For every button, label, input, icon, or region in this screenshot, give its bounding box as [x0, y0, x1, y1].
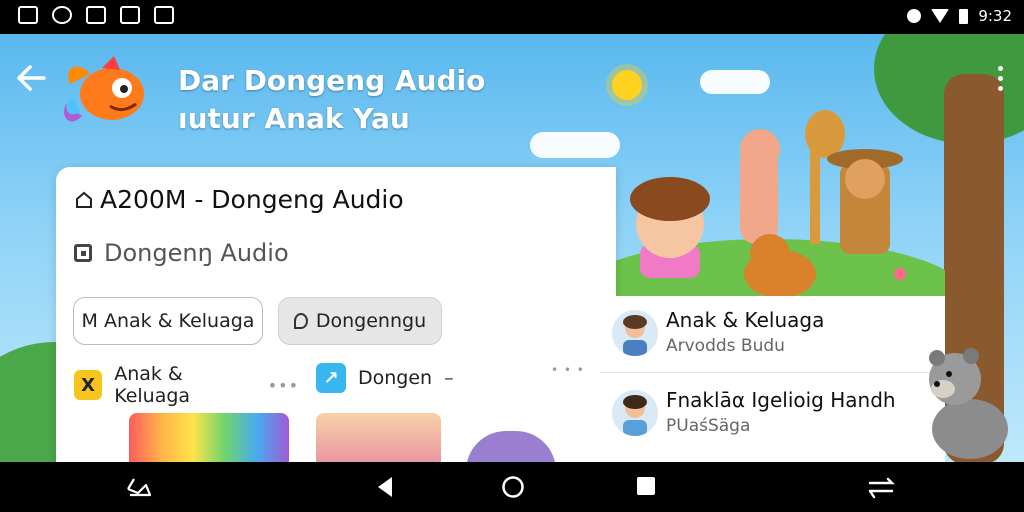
category-card-more[interactable]: • • •: [466, 363, 606, 462]
category-card-dongeng[interactable]: ↗ Dongen –: [316, 363, 456, 462]
list-item-subtitle: Arvodds Budu: [666, 336, 785, 356]
chat-bubble-icon: [293, 313, 308, 329]
keyboard-switch-icon[interactable]: [866, 475, 898, 501]
notification-icons: [18, 6, 174, 24]
back-button[interactable]: [16, 64, 46, 100]
image-icon: [154, 6, 174, 24]
folder-icon: [74, 244, 92, 262]
infinity-icon: [18, 6, 38, 24]
home-icon: [76, 191, 92, 208]
card-subtitle-text: Dongenŋ Audio: [104, 239, 289, 267]
content-card: A200M - Dongeng Audio Dongenŋ Audio M An…: [56, 167, 616, 462]
category-thumbnail: [129, 413, 289, 462]
card-title: A200M - Dongeng Audio: [74, 185, 404, 214]
more-horiz-icon[interactable]: • • •: [551, 363, 585, 377]
list-item[interactable]: Fnaklāα Igelioig Handh PUaśSäga: [600, 376, 945, 452]
system-icons: 9:32: [907, 7, 1012, 25]
category-thumbnail: [466, 431, 556, 462]
title-line-2: ıutur Anak Yau: [178, 102, 410, 135]
more-horiz-icon[interactable]: •••: [268, 376, 299, 395]
app-screen: Dar Dongeng Audio ıutur Anak Yau A200M -…: [0, 34, 1024, 462]
card-title-text: A200M - Dongeng Audio: [100, 185, 404, 214]
card-subtitle: Dongenŋ Audio: [74, 239, 289, 267]
avatar: [612, 310, 658, 356]
avatar: [612, 390, 658, 436]
list-item-subtitle: PUaśSäga: [666, 416, 751, 436]
category-label: Dongen: [358, 367, 433, 389]
navigation-bar: [0, 462, 1024, 512]
clock: 9:32: [978, 7, 1012, 25]
title-line-1: Dar Dongeng Audio: [178, 64, 486, 97]
screen-rotate-icon[interactable]: [124, 475, 152, 501]
dash-separator: –: [444, 367, 454, 389]
settings-icon: [52, 6, 72, 24]
category-card-anak[interactable]: X Anak & Keluaga •••: [74, 363, 299, 462]
home-nav-icon[interactable]: [501, 475, 525, 499]
more-options-button[interactable]: [998, 66, 1004, 96]
battery-icon: [959, 8, 969, 24]
status-bar: 9:32: [0, 0, 1024, 34]
category-thumbnail: [316, 413, 441, 462]
list-item[interactable]: Anak & Keluaga Arvodds Budu: [600, 296, 945, 373]
message-icon: [86, 6, 106, 24]
list-item-title: Fnaklāα Igelioig Handh: [666, 388, 896, 412]
category-badge-icon: X: [74, 370, 103, 400]
list-item-title: Anak & Keluaga: [666, 308, 825, 332]
recents-nav-icon[interactable]: [636, 475, 656, 497]
category-badge-icon: ↗: [316, 363, 346, 393]
alarm-icon: [907, 9, 922, 23]
story-illustration: [600, 110, 945, 296]
chip-label: Dongenngu: [315, 310, 427, 332]
more-vert-icon: [998, 66, 1003, 71]
sim-icon: [120, 6, 140, 24]
arrow-left-icon: [17, 65, 46, 91]
chip-anak-keluarga[interactable]: M Anak & Keluaga: [73, 297, 263, 345]
category-label: Anak & Keluaga: [114, 363, 191, 407]
back-nav-icon[interactable]: [376, 475, 394, 499]
chip-dongeng[interactable]: Dongenngu: [278, 297, 442, 345]
wifi-icon: [931, 9, 950, 23]
fish-mascot-logo: [63, 56, 144, 122]
chip-label: M Anak & Keluaga: [81, 310, 255, 332]
bear-illustration: [929, 348, 1008, 459]
story-list: Anak & Keluaga Arvodds Budu Fnaklāα Igel…: [600, 296, 945, 462]
app-title: Dar Dongeng Audio ıutur Anak Yau: [178, 62, 485, 138]
